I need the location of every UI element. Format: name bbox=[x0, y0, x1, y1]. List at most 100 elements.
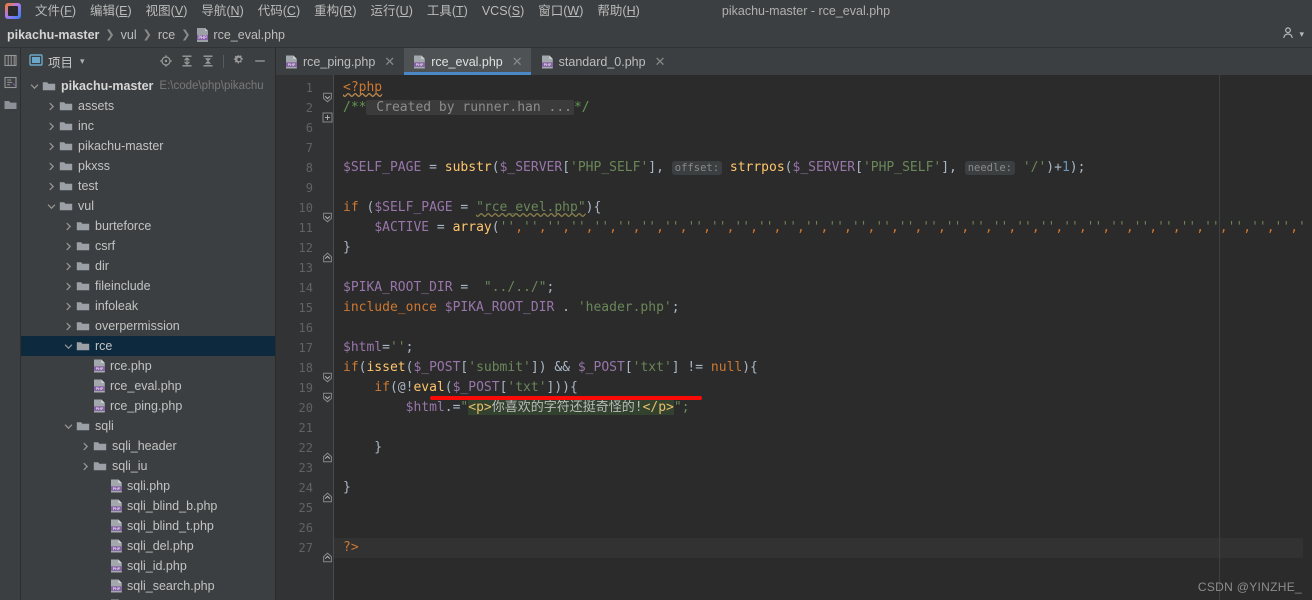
menu-item-1[interactable]: 文件(F) bbox=[28, 1, 83, 21]
breadcrumb-item-vul[interactable]: vul bbox=[121, 28, 137, 42]
chevron-right-icon[interactable] bbox=[46, 181, 57, 192]
tree-row[interactable]: PHP sqli_search.php bbox=[21, 576, 275, 596]
gutter-line[interactable]: 14 bbox=[276, 278, 334, 298]
code-line[interactable]: include_once $PIKA_ROOT_DIR . 'header.ph… bbox=[334, 298, 1312, 318]
code-line[interactable]: $SELF_PAGE = substr($_SERVER['PHP_SELF']… bbox=[334, 158, 1312, 178]
chevron-down-icon[interactable] bbox=[29, 81, 40, 92]
breadcrumb-item-rce[interactable]: rce bbox=[158, 28, 175, 42]
tree-row[interactable]: fileinclude bbox=[21, 276, 275, 296]
expand-all-icon[interactable] bbox=[180, 54, 194, 68]
gutter-line[interactable]: 8 bbox=[276, 158, 334, 178]
menu-item-3[interactable]: 视图(V) bbox=[139, 1, 195, 21]
chevron-right-icon[interactable] bbox=[46, 121, 57, 132]
code-editor[interactable]: 1 2 6 7 8 9 10 11 12 13 14 15 16 17 18 19 20 21 22 23 24 25 26… bbox=[276, 75, 1312, 600]
chevron-right-icon[interactable] bbox=[63, 321, 74, 332]
code-line[interactable] bbox=[334, 498, 1312, 518]
editor-scrollbar[interactable] bbox=[1303, 75, 1312, 600]
code-line[interactable] bbox=[334, 458, 1312, 478]
chevron-right-icon[interactable] bbox=[80, 441, 91, 452]
gutter-line[interactable]: 27 bbox=[276, 538, 334, 563]
close-icon[interactable]: ✕ bbox=[384, 55, 395, 68]
code-fold-marker[interactable] bbox=[322, 92, 333, 103]
gutter-line[interactable]: 16 bbox=[276, 318, 334, 338]
chevron-down-icon[interactable] bbox=[63, 421, 74, 432]
chevron-right-icon[interactable] bbox=[46, 141, 57, 152]
code-line[interactable]: <?php bbox=[334, 78, 1312, 98]
gutter-line[interactable]: 9 bbox=[276, 178, 334, 198]
gutter-line[interactable]: 21 bbox=[276, 418, 334, 438]
tree-row[interactable]: sqli_iu bbox=[21, 456, 275, 476]
chevron-right-icon[interactable] bbox=[80, 461, 91, 472]
chevron-right-icon[interactable] bbox=[63, 241, 74, 252]
tree-row[interactable]: assets bbox=[21, 96, 275, 116]
close-icon[interactable]: ✕ bbox=[512, 55, 523, 68]
menu-item-9[interactable]: VCS(S) bbox=[475, 1, 531, 21]
tree-row[interactable]: pikachu-master bbox=[21, 136, 275, 156]
user-account-icon[interactable] bbox=[1282, 26, 1296, 43]
editor-tab[interactable]: PHP rce_eval.php ✕ bbox=[404, 48, 532, 75]
code-fold-marker[interactable] bbox=[322, 452, 333, 463]
tree-row[interactable]: PHP sqli.php bbox=[21, 476, 275, 496]
editor-tab[interactable]: PHP standard_0.php ✕ bbox=[532, 48, 675, 75]
code-line[interactable]: ?> bbox=[334, 538, 1312, 558]
menu-item-8[interactable]: 工具(T) bbox=[420, 1, 475, 21]
tree-row[interactable]: pkxss bbox=[21, 156, 275, 176]
tree-row[interactable]: PHP sqli_blind_b.php bbox=[21, 496, 275, 516]
code-line[interactable] bbox=[334, 318, 1312, 338]
tree-row[interactable]: burteforce bbox=[21, 216, 275, 236]
code-fold-marker[interactable] bbox=[322, 372, 333, 383]
code-line[interactable]: } bbox=[334, 238, 1312, 258]
tree-row[interactable]: PHP rce_ping.php bbox=[21, 396, 275, 416]
chevron-right-icon[interactable] bbox=[63, 221, 74, 232]
code-line[interactable] bbox=[334, 258, 1312, 278]
tree-row[interactable]: pikachu-master E:\code\php\pikachu bbox=[21, 76, 275, 96]
tree-row[interactable]: PHP sqli_blind_t.php bbox=[21, 516, 275, 536]
hide-panel-icon[interactable] bbox=[253, 54, 267, 68]
tree-row[interactable]: test bbox=[21, 176, 275, 196]
settings-gear-icon[interactable] bbox=[232, 54, 246, 68]
code-line[interactable]: $html.="<p>你喜欢的字符还挺奇怪的!</p>"; bbox=[334, 398, 1312, 418]
code-line[interactable]: if ($SELF_PAGE = "rce_evel.php"){ bbox=[334, 198, 1312, 218]
menu-item-4[interactable]: 导航(N) bbox=[194, 1, 250, 21]
tree-row[interactable]: dir bbox=[21, 256, 275, 276]
chevron-down-icon[interactable] bbox=[63, 341, 74, 352]
menu-item-2[interactable]: 编辑(E) bbox=[83, 1, 139, 21]
tree-row[interactable]: PHP rce.php bbox=[21, 356, 275, 376]
editor-tab[interactable]: PHP rce_ping.php ✕ bbox=[276, 48, 405, 75]
code-line[interactable]: if(isset($_POST['submit']) && $_POST['tx… bbox=[334, 358, 1312, 378]
gutter-line[interactable]: 15 bbox=[276, 298, 334, 318]
line-number-gutter[interactable]: 1 2 6 7 8 9 10 11 12 13 14 15 16 17 18 19 20 21 22 23 24 25 26… bbox=[276, 75, 334, 600]
tree-row[interactable]: PHP rce_eval.php bbox=[21, 376, 275, 396]
chevron-right-icon[interactable] bbox=[46, 161, 57, 172]
collapse-all-icon[interactable] bbox=[201, 54, 215, 68]
code-fold-marker[interactable] bbox=[322, 392, 333, 403]
tree-row[interactable]: csrf bbox=[21, 236, 275, 256]
chevron-down-icon[interactable]: ▾ bbox=[1299, 29, 1304, 40]
structure-tool-icon[interactable] bbox=[3, 75, 18, 90]
gutter-line[interactable]: 24 bbox=[276, 478, 334, 503]
menu-item-5[interactable]: 代码(C) bbox=[251, 1, 307, 21]
close-icon[interactable]: ✕ bbox=[655, 55, 666, 68]
code-line[interactable]: $html=''; bbox=[334, 338, 1312, 358]
chevron-down-icon[interactable]: ▾ bbox=[80, 56, 85, 67]
code-line[interactable]: /** Created by runner.han ... */ bbox=[334, 98, 1312, 118]
tree-row[interactable]: PHP sqli_del.php bbox=[21, 536, 275, 556]
code-line[interactable]: } bbox=[334, 478, 1312, 498]
gutter-line[interactable]: 7 bbox=[276, 138, 334, 158]
code-line[interactable] bbox=[334, 118, 1312, 138]
tree-row[interactable]: PHPsqli_str.php bbox=[21, 596, 275, 600]
tree-row[interactable]: vul bbox=[21, 196, 275, 216]
favorites-tool-icon[interactable] bbox=[3, 97, 18, 112]
tree-row[interactable]: rce bbox=[21, 336, 275, 356]
menu-item-11[interactable]: 帮助(H) bbox=[590, 1, 646, 21]
menu-item-10[interactable]: 窗口(W) bbox=[531, 1, 590, 21]
gutter-line[interactable]: 26 bbox=[276, 518, 334, 538]
tree-row[interactable]: overpermission bbox=[21, 316, 275, 336]
gutter-line[interactable]: 10 bbox=[276, 198, 334, 223]
tree-row[interactable]: PHP sqli_id.php bbox=[21, 556, 275, 576]
code-line[interactable]: if(@!eval($_POST['txt'])){ bbox=[334, 378, 1312, 398]
project-file-tree[interactable]: pikachu-master E:\code\php\pikachu assets i… bbox=[21, 74, 275, 600]
breadcrumb-item-file[interactable]: rce_eval.php bbox=[213, 28, 285, 42]
code-line[interactable]: $ACTIVE = array('','','','','','','','',… bbox=[334, 218, 1312, 238]
gutter-line[interactable]: 12 bbox=[276, 238, 334, 263]
